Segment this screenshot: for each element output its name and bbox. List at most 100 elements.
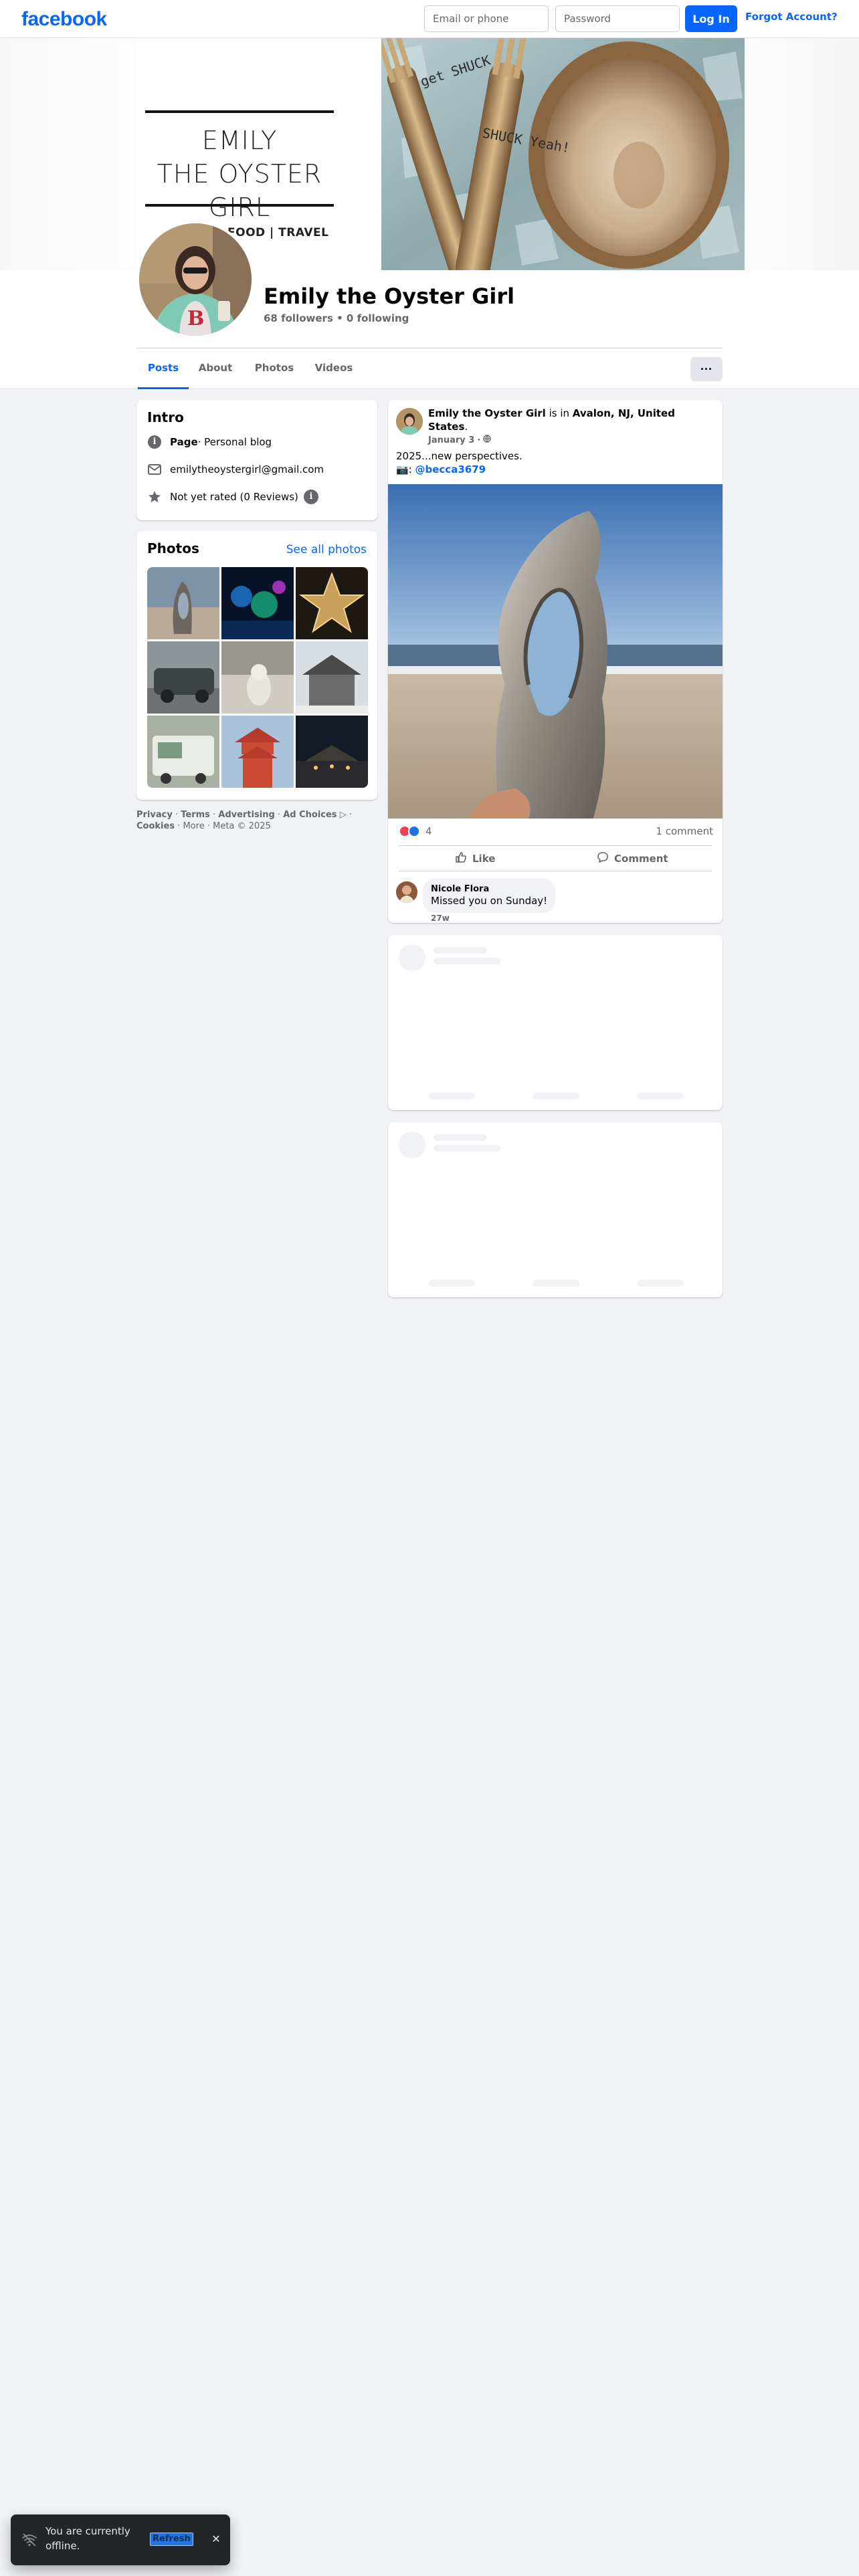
refresh-button[interactable]: Refresh [150, 2533, 193, 2546]
intro-email: emilytheoystergirl@gmail.com [147, 459, 324, 479]
loading-post-placeholder-2 [388, 1122, 723, 1297]
top-navigation-bar: facebook Log In Forgot Account? [0, 0, 859, 38]
post-card: Emily the Oyster Girl is in Avalon, NJ, … [388, 400, 723, 923]
skeleton-action [637, 1280, 684, 1287]
photo-thumb-4[interactable] [147, 641, 219, 714]
see-all-photos-link[interactable]: See all photos [286, 543, 367, 556]
profile-avatar-image: B [139, 223, 252, 336]
comment-count[interactable]: 1 comment [656, 825, 713, 837]
footer-link-ad-choices[interactable]: Ad Choices [283, 810, 337, 820]
ad-choices-icon: ▷ [339, 810, 347, 820]
more-options-button[interactable]: ··· [690, 357, 723, 381]
tab-about[interactable]: About [190, 349, 241, 389]
photo-thumb-2[interactable] [221, 567, 294, 639]
page-name: Emily the Oyster Girl [264, 284, 515, 309]
forgot-account-link[interactable]: Forgot Account? [745, 11, 838, 23]
cover-photo[interactable]: get SHUCK SHUCK Yeah! [381, 38, 745, 270]
cover-title-line-1: EMILY [201, 126, 278, 155]
post-author-avatar[interactable] [396, 408, 423, 435]
like-label: Like [472, 853, 496, 865]
skeleton-action [533, 1093, 579, 1099]
skeleton-action [637, 1093, 684, 1099]
photo-thumb-8[interactable] [221, 716, 294, 788]
post-image[interactable] [388, 484, 723, 819]
intro-category: i Page · Personal blog [147, 432, 272, 452]
footer-link-advertising[interactable]: Advertising [218, 810, 275, 820]
photo-thumb-9[interactable] [296, 716, 368, 788]
cover-photo-image: get SHUCK SHUCK Yeah! [381, 38, 745, 270]
photo-thumb-1[interactable] [147, 567, 219, 639]
cover-tagline: FOOD | TRAVEL [227, 226, 329, 239]
skeleton-action [428, 1280, 475, 1287]
email-input[interactable] [424, 5, 549, 32]
photo-thumb-3[interactable] [296, 567, 368, 639]
reaction-count[interactable]: 4 [425, 825, 432, 837]
photos-card: Photos See all photos [136, 531, 377, 800]
post-date[interactable]: January 3 [428, 435, 474, 445]
footer-copyright: Meta © 2025 [213, 821, 271, 831]
skeleton-avatar [399, 944, 425, 971]
intro-heading: Intro [147, 409, 184, 425]
star-icon [147, 490, 162, 504]
footer-link-privacy[interactable]: Privacy [136, 810, 173, 820]
post-meta: January 3 · [428, 435, 492, 445]
cover-title: EMILY THE OYSTER GIRL [145, 124, 334, 224]
post-text: 2025...new perspectives. 📷: @becca3679 [396, 449, 522, 476]
loading-post-placeholder-1 [388, 935, 723, 1110]
intro-rating: Not yet rated (0 Reviews) i [147, 487, 318, 507]
facebook-logo[interactable]: facebook [21, 8, 107, 31]
commenter-name[interactable]: Nicole Flora [431, 884, 547, 894]
intro-category-type: Page [170, 436, 198, 448]
post-is-in: is in [545, 407, 573, 419]
post-mention-link[interactable]: @becca3679 [415, 463, 486, 475]
tab-photos[interactable]: Photos [248, 349, 301, 389]
intro-rating-text: Not yet rated (0 Reviews) [170, 491, 298, 503]
post-author-name[interactable]: Emily the Oyster Girl [428, 407, 546, 419]
footer-link-terms[interactable]: Terms [181, 810, 210, 820]
cover-title-line-2: THE OYSTER GIRL [157, 159, 322, 222]
like-button[interactable]: Like [455, 847, 495, 871]
camera-prefix: 📷: [396, 463, 415, 475]
intro-category-detail: · Personal blog [197, 436, 272, 448]
photos-heading: Photos [147, 540, 199, 556]
photo-thumb-5[interactable] [221, 641, 294, 714]
offline-icon [21, 2532, 37, 2551]
skeleton-line [434, 1134, 487, 1141]
intro-email-text[interactable]: emilytheoystergirl@gmail.com [170, 463, 324, 475]
svg-text:B: B [187, 307, 204, 330]
thumbs-up-icon [455, 851, 467, 866]
post-text-line-1: 2025...new perspectives. [396, 450, 522, 462]
footer-links: Privacy · Terms · Advertising · Ad Choic… [136, 810, 352, 831]
footer-link-cookies[interactable]: Cookies [136, 821, 175, 831]
close-icon[interactable]: ✕ [209, 2532, 223, 2547]
comment-icon [597, 851, 609, 866]
skeleton-action [428, 1093, 475, 1099]
post-photo [388, 484, 723, 819]
skeleton-line [434, 958, 500, 964]
reactions-row: 4 1 comment [399, 825, 713, 839]
offline-message: You are currently offline. [45, 2525, 130, 2552]
actions-divider-top [399, 845, 712, 846]
comment-bubble: Nicole Flora Missed you on Sunday! [423, 879, 556, 913]
intro-card: Intro i Page · Personal blog emilytheoys… [136, 400, 377, 520]
password-input[interactable] [555, 5, 680, 32]
comment-button[interactable]: Comment [597, 847, 668, 871]
tab-posts[interactable]: Posts [138, 349, 189, 389]
tab-videos[interactable]: Videos [308, 349, 360, 389]
follower-stats[interactable]: 68 followers • 0 following [264, 312, 409, 324]
footer-link-more[interactable]: More [183, 821, 204, 831]
rating-info-icon[interactable]: i [303, 490, 318, 504]
cover-rule-top [145, 110, 334, 113]
globe-icon [483, 435, 492, 445]
photo-thumb-6[interactable] [296, 641, 368, 714]
profile-avatar[interactable]: B [136, 221, 254, 338]
post-location-suffix: . [464, 421, 468, 433]
photo-thumb-7[interactable] [147, 716, 219, 788]
comment-label: Comment [614, 853, 668, 865]
comment-timestamp[interactable]: 27w [431, 914, 450, 923]
info-icon: i [147, 435, 162, 449]
skeleton-action [533, 1280, 579, 1287]
commenter-avatar[interactable] [396, 881, 417, 903]
login-button[interactable]: Log In [685, 5, 737, 32]
post-header-line: Emily the Oyster Girl is in Avalon, NJ, … [428, 407, 709, 433]
